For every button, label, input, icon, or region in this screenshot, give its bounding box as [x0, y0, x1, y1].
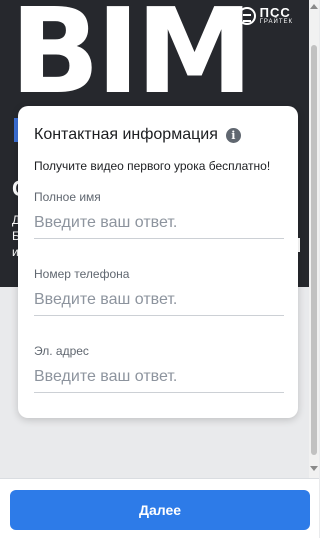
scrollbar[interactable] — [309, 0, 319, 478]
contact-form-card: Контактная информация i Получите видео п… — [18, 106, 298, 418]
phone-field: Номер телефона — [34, 267, 284, 316]
logo-main-text: ПСС — [259, 5, 291, 20]
footer-bar: Далее — [0, 478, 319, 538]
info-icon[interactable]: i — [225, 127, 241, 143]
email-input[interactable] — [34, 368, 284, 393]
logo-sub-text: ГРАЙТЕК — [259, 19, 293, 25]
scrollbar-thumb[interactable] — [311, 45, 317, 455]
email-label: Эл. адрес — [34, 344, 89, 358]
email-field: Эл. адрес — [34, 344, 284, 393]
phone-input[interactable] — [34, 291, 284, 316]
next-button[interactable]: Далее — [10, 490, 310, 530]
full-name-label: Полное имя — [34, 190, 101, 204]
form-subtitle: Получите видео первого урока бесплатно! — [34, 159, 271, 173]
hero-headline: BIM — [10, 0, 253, 120]
scroll-up-arrow-icon[interactable] — [310, 4, 318, 9]
scroll-down-arrow-icon[interactable] — [310, 466, 318, 471]
full-name-field: Полное имя — [34, 190, 284, 239]
logo-icon — [237, 6, 256, 25]
phone-label: Номер телефона — [34, 267, 130, 281]
full-name-input[interactable] — [34, 214, 284, 239]
form-title: Контактная информация — [34, 126, 218, 143]
brand-logo: ПСС ГРАЙТЕК — [237, 5, 293, 25]
